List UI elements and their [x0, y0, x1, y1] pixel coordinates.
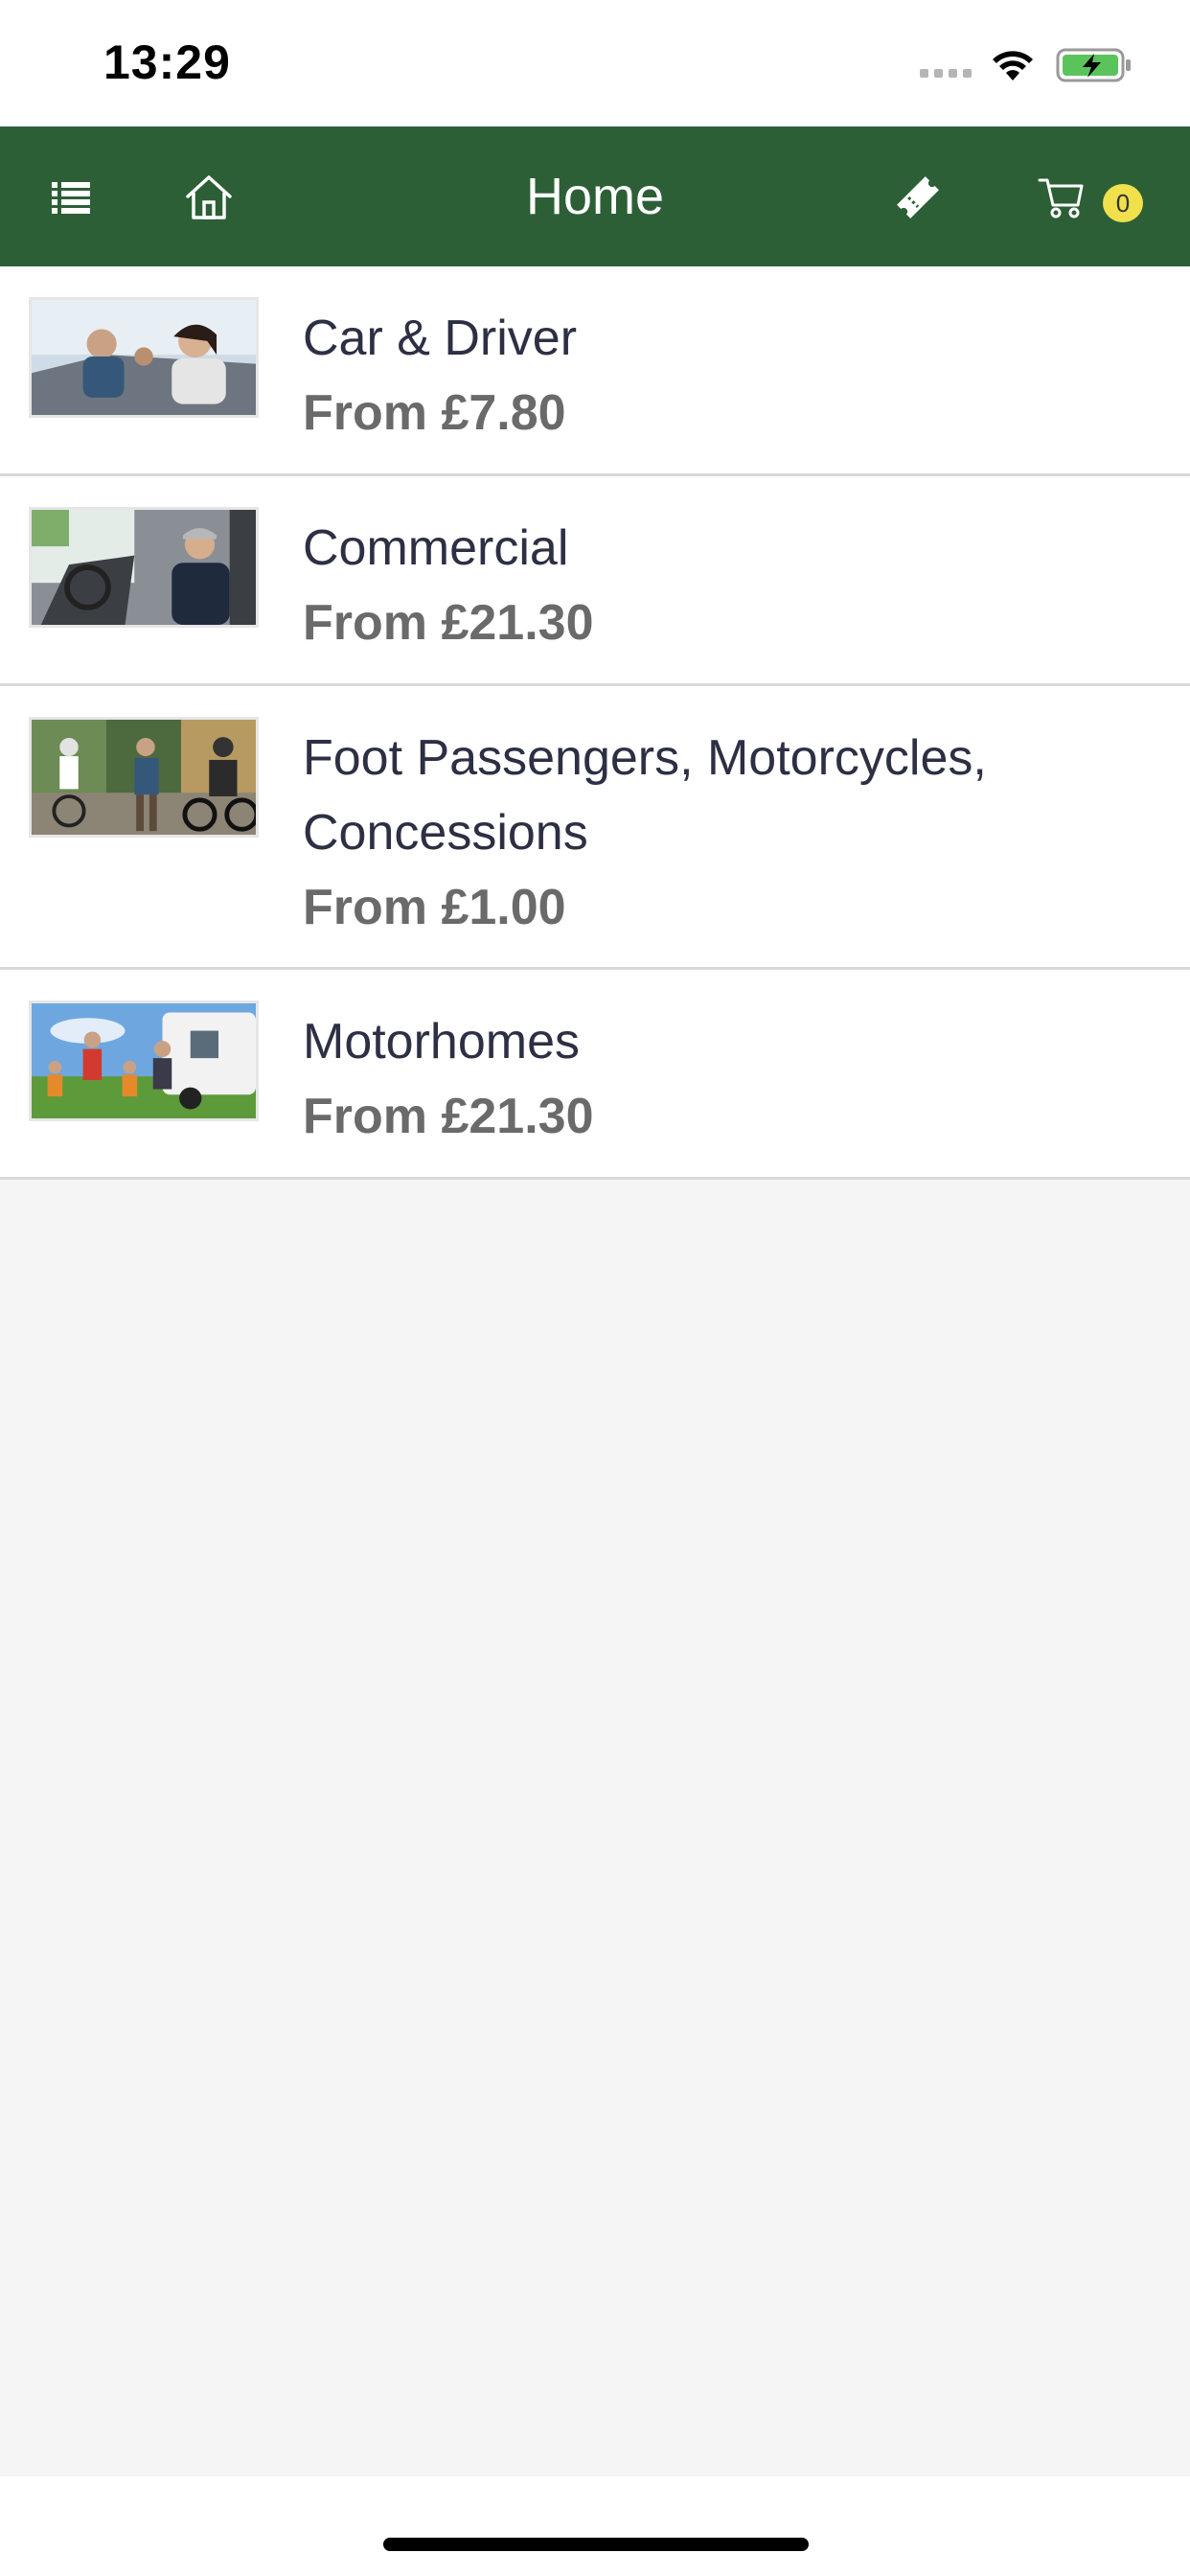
- product-price: From £21.30: [303, 595, 594, 651]
- cart-count-badge: 0: [1103, 184, 1143, 222]
- navigation-header: Home: [0, 126, 1190, 266]
- wifi-icon: [993, 51, 1033, 80]
- product-price: From £1.00: [303, 880, 566, 935]
- product-title: Motorhomes: [303, 1014, 580, 1070]
- bottom-safe-area: [0, 2476, 1190, 2576]
- car-and-driver-thumbnail: [29, 297, 259, 418]
- commercial-thumbnail: [29, 507, 259, 628]
- app-screen: 13:29 Home 0 Car & Driver From £7.80 Com…: [0, 0, 1190, 2576]
- list-item-car-and-driver[interactable]: Car & Driver From £7.80: [0, 266, 1190, 476]
- foot-passengers-thumbnail: [29, 717, 259, 838]
- product-title: Foot Passengers, Motorcycles, Concession…: [303, 730, 987, 861]
- car-and-driver-text: Car & Driver From £7.80: [303, 301, 1152, 450]
- product-list: Car & Driver From £7.80 Commercial From …: [0, 266, 1190, 1180]
- product-price: From £21.30: [303, 1089, 594, 1144]
- tickets-button[interactable]: [881, 161, 954, 234]
- status-time: 13:29: [103, 35, 231, 89]
- product-title: Commercial: [303, 520, 569, 576]
- motorhomes-thumbnail: [29, 1000, 259, 1121]
- page-title: Home: [525, 168, 665, 225]
- list-item-commercial[interactable]: Commercial From £21.30: [0, 476, 1190, 686]
- status-bar: 13:29: [0, 0, 1190, 126]
- list-item-foot-passengers[interactable]: Foot Passengers, Motorcycles, Concession…: [0, 686, 1190, 970]
- ticket-icon: [897, 176, 939, 218]
- status-icons: [920, 42, 1133, 88]
- commercial-text: Commercial From £21.30: [303, 511, 1152, 660]
- product-title: Car & Driver: [303, 310, 578, 366]
- motorhomes-text: Motorhomes From £21.30: [303, 1004, 1152, 1154]
- foot-passengers-text: Foot Passengers, Motorcycles, Concession…: [303, 721, 1152, 945]
- home-indicator[interactable]: [383, 2538, 809, 2551]
- list-item-motorhomes[interactable]: Motorhomes From £21.30: [0, 970, 1190, 1180]
- product-price: From £7.80: [303, 385, 566, 441]
- cellular-signal-icon: [920, 68, 972, 78]
- battery-charging-icon: [1056, 48, 1131, 82]
- cart-icon: [1038, 178, 1084, 218]
- cart-button[interactable]: [1025, 161, 1098, 234]
